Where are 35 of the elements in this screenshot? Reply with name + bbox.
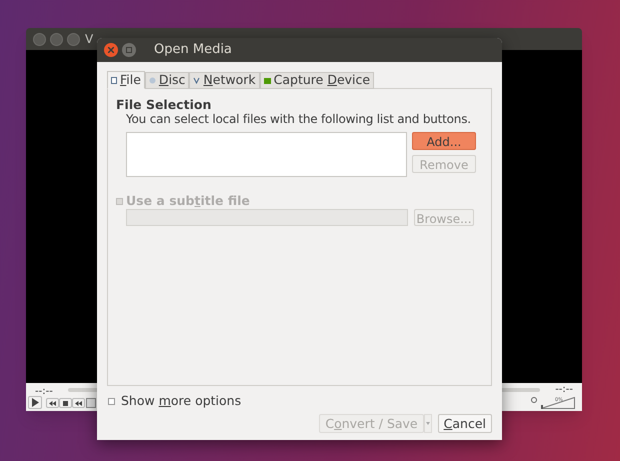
dialog-title: Open Media <box>154 41 232 60</box>
cancel-button[interactable]: Cancel <box>438 414 492 433</box>
subtitle-label: Use a subtitle file <box>126 192 250 210</box>
dropdown-button[interactable] <box>424 414 432 433</box>
double-arrow-icon <box>49 400 56 406</box>
window-title: V <box>85 31 94 48</box>
next-button[interactable] <box>72 398 85 408</box>
device-icon <box>264 78 271 84</box>
close-button[interactable] <box>104 43 118 57</box>
disc-icon <box>148 77 156 84</box>
subtitle-field[interactable] <box>126 209 408 226</box>
tab[interactable]: File <box>107 71 145 89</box>
play-button[interactable] <box>28 396 42 409</box>
double-arrow-icon <box>75 400 82 406</box>
more-options-checkbox[interactable] <box>108 398 115 404</box>
maximize-button[interactable] <box>122 43 136 57</box>
tab[interactable]: Capture Device <box>260 72 374 89</box>
add-button[interactable]: Add... <box>412 132 476 150</box>
file-icon <box>111 76 117 84</box>
square-icon <box>126 47 132 53</box>
description-text: You can select local files with the following list and buttons. <box>126 112 471 127</box>
time-elapsed: --:-- <box>35 385 53 399</box>
fullscreen-button[interactable] <box>86 398 96 408</box>
network-icon <box>193 77 200 84</box>
caret-icon <box>426 422 430 425</box>
previous-button[interactable] <box>46 398 59 408</box>
more-options-label: Show more options <box>121 392 242 410</box>
stop-button[interactable] <box>59 398 72 408</box>
tab[interactable]: Disc <box>144 72 190 89</box>
file-list[interactable] <box>126 132 407 177</box>
time-total: --:-- <box>555 385 573 395</box>
section-heading: File Selection <box>116 97 212 112</box>
play-icon <box>31 398 39 407</box>
stop-icon <box>63 400 68 406</box>
tab[interactable]: Network <box>189 72 260 89</box>
